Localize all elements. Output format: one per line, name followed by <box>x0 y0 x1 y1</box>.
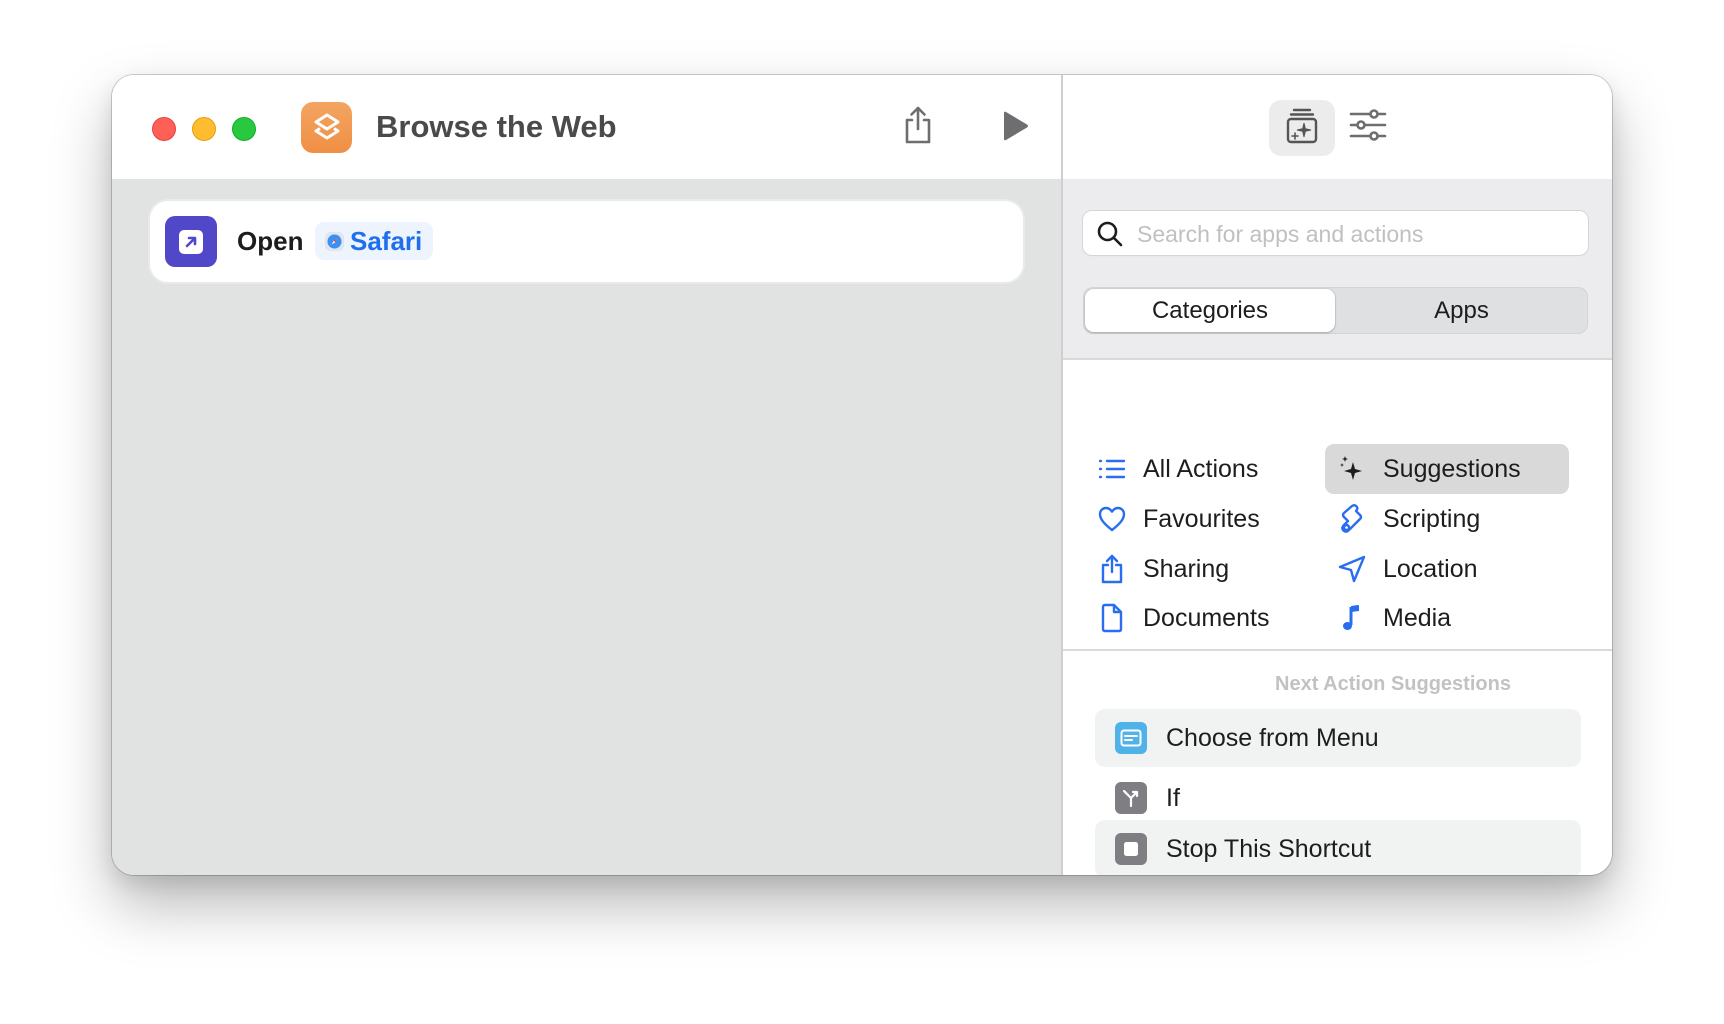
sliders-icon <box>1349 108 1387 147</box>
suggestion-stop-this-shortcut[interactable]: Stop This Shortcut <box>1095 820 1581 875</box>
category-location[interactable]: Location <box>1325 544 1569 594</box>
suggestions-header: Next Action Suggestions <box>1275 673 1511 695</box>
category-favourites[interactable]: Favourites <box>1083 494 1303 544</box>
category-label: Documents <box>1143 603 1270 632</box>
category-label: Suggestions <box>1383 454 1521 483</box>
category-media[interactable]: Media <box>1325 593 1569 643</box>
search-field[interactable] <box>1083 211 1588 257</box>
list-icon <box>1097 454 1127 484</box>
category-label: Scripting <box>1383 504 1481 533</box>
close-button[interactable] <box>152 117 176 141</box>
safari-icon <box>325 231 344 251</box>
shortcut-details-button[interactable] <box>1344 105 1392 149</box>
scroll-icon <box>1337 504 1367 534</box>
tab-categories[interactable]: Categories <box>1085 289 1335 332</box>
category-label: Sharing <box>1143 554 1230 583</box>
heart-icon <box>1097 504 1127 534</box>
category-sharing[interactable]: Sharing <box>1083 544 1303 594</box>
action-library-icon <box>1285 107 1319 150</box>
open-app-icon <box>165 216 217 267</box>
action-library-button[interactable] <box>1269 100 1335 156</box>
editor-canvas[interactable]: Open Safari <box>112 179 1061 875</box>
share-icon <box>902 105 934 150</box>
category-label: All Actions <box>1143 454 1259 483</box>
action-verb: Open <box>237 226 304 256</box>
branch-icon <box>1115 782 1147 814</box>
app-parameter-label: Safari <box>350 226 423 256</box>
sparkles-icon <box>1337 454 1367 484</box>
app-parameter[interactable]: Safari <box>315 222 434 260</box>
category-suggestions[interactable]: Suggestions <box>1325 444 1569 494</box>
titlebar: Browse the Web <box>112 75 1061 179</box>
zoom-button[interactable] <box>232 117 256 141</box>
category-all-actions[interactable]: All Actions <box>1083 444 1303 494</box>
category-label: Location <box>1383 554 1478 583</box>
location-arrow-icon <box>1337 554 1367 584</box>
document-icon <box>1097 603 1127 633</box>
library-header: Categories Apps <box>1063 179 1612 358</box>
share-button[interactable] <box>898 105 938 149</box>
music-note-icon <box>1337 603 1367 633</box>
search-input[interactable] <box>1135 211 1579 257</box>
suggestion-if[interactable]: If <box>1095 769 1581 827</box>
run-button[interactable] <box>997 108 1033 148</box>
category-list: All Actions Favourites Sharing Documents… <box>1063 360 1612 679</box>
category-documents[interactable]: Documents <box>1083 593 1303 643</box>
library-toolbar <box>1063 75 1612 179</box>
shortcuts-stack-icon[interactable] <box>301 102 352 153</box>
share-icon <box>1097 554 1127 584</box>
library-mode-segmented-control: Categories Apps <box>1083 287 1588 334</box>
suggestion-label: Stop This Shortcut <box>1166 834 1372 863</box>
action-open-app[interactable]: Open Safari <box>150 201 1023 282</box>
shortcut-title[interactable]: Browse the Web <box>376 107 617 147</box>
minimize-button[interactable] <box>192 117 216 141</box>
suggestion-choose-from-menu[interactable]: Choose from Menu <box>1095 709 1581 767</box>
search-icon <box>1096 220 1124 248</box>
tab-apps[interactable]: Apps <box>1337 289 1586 332</box>
stop-icon <box>1115 833 1147 865</box>
category-scripting[interactable]: Scripting <box>1325 494 1569 544</box>
suggestion-label: If <box>1166 783 1180 812</box>
category-label: Favourites <box>1143 504 1260 533</box>
shortcut-editor-window: Browse the Web Open Safari Search for ap… <box>112 75 1612 875</box>
menu-icon <box>1115 722 1147 754</box>
suggestion-label: Choose from Menu <box>1166 723 1379 752</box>
category-label: Media <box>1383 603 1452 632</box>
play-icon <box>1001 111 1029 146</box>
